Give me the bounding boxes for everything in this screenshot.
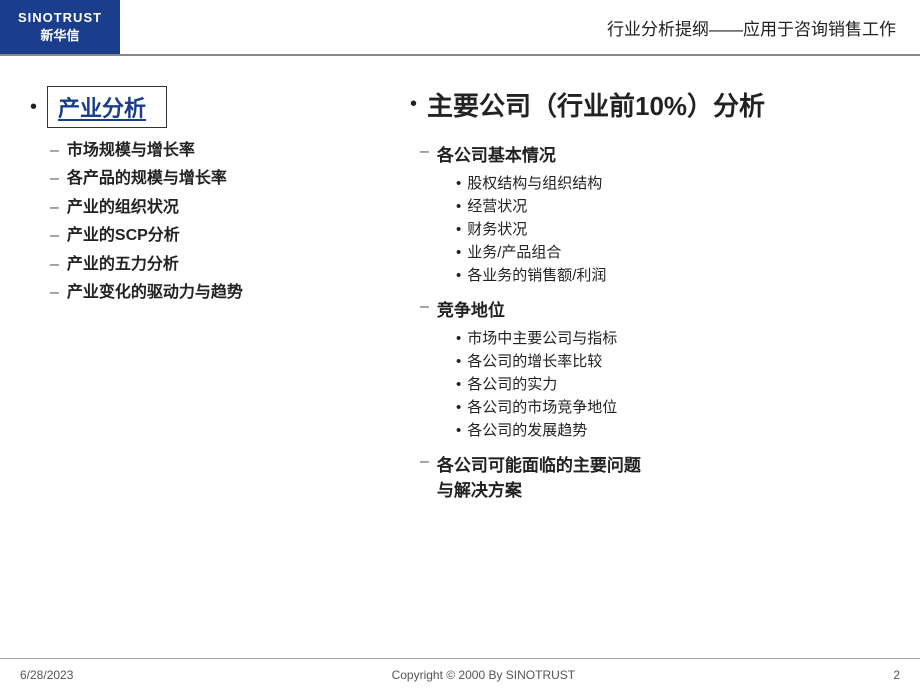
bullet-icon: •	[456, 397, 461, 418]
logo-sinotrust: SINOTRUST	[18, 10, 102, 25]
footer-page: 2	[893, 668, 900, 682]
list-item: • 业务/产品组合	[456, 242, 890, 263]
footer: 6/28/2023 Copyright © 2000 By SINOTRUST …	[0, 658, 920, 690]
level1-item: –竞争地位	[420, 296, 890, 321]
logo-chinese: 新华信	[40, 25, 79, 44]
list-item: –各产品的规模与增长率	[50, 168, 390, 190]
logo-block: SINOTRUST 新华信	[0, 0, 120, 54]
level1-label: 各公司可能面临的主要问题 与解决方案	[437, 451, 641, 501]
item-text: 财务状况	[467, 219, 527, 240]
right-section-header: • 主要公司（行业前10%）分析	[410, 86, 890, 123]
left-column: • 产业分析 –市场规模与增长率–各产品的规模与增长率–产业的组织状况–产业的S…	[30, 86, 390, 626]
item-text: 产业变化的驱动力与趋势	[67, 282, 243, 304]
list-item: • 经营状况	[456, 196, 890, 217]
bullet-icon: •	[456, 219, 461, 240]
list-item: –产业的五力分析	[50, 254, 390, 276]
item-text: 各产品的规模与增长率	[67, 168, 227, 190]
bullet-icon: •	[456, 173, 461, 194]
header-title: 行业分析提纲——应用于咨询销售工作	[607, 15, 896, 40]
item-text: 各公司的增长率比较	[467, 351, 602, 372]
right-section-title: 主要公司（行业前10%）分析	[427, 86, 765, 123]
left-sub-list: –市场规模与增长率–各产品的规模与增长率–产业的组织状况–产业的SCP分析–产业…	[30, 140, 390, 304]
left-section-header: • 产业分析	[30, 86, 390, 128]
dash-icon: –	[420, 141, 429, 163]
dash-icon: –	[420, 451, 429, 473]
level1-label: 竞争地位	[437, 296, 505, 321]
bullet-icon: •	[456, 351, 461, 372]
list-item: • 财务状况	[456, 219, 890, 240]
header-title-block: 行业分析提纲——应用于咨询销售工作	[120, 0, 920, 54]
level2-list: • 股权结构与组织结构 • 经营状况 • 财务状况 • 业务/产品组合 • 各业务的销售额/利润	[420, 173, 890, 286]
left-section-title: 产业分析	[47, 86, 167, 128]
dash-icon: –	[50, 168, 59, 190]
footer-date: 6/28/2023	[20, 668, 73, 682]
level2-list: •市场中主要公司与指标•各公司的增长率比较•各公司的实力•各公司的市场竞争地位•…	[420, 328, 890, 441]
dash-icon: –	[50, 140, 59, 162]
list-item: –产业的组织状况	[50, 197, 390, 219]
item-text: 各业务的销售额/利润	[467, 265, 606, 286]
list-item: –产业的SCP分析	[50, 225, 390, 247]
list-item: • 市场中主要公司与指标	[456, 328, 890, 349]
dash-icon: –	[420, 296, 429, 318]
bullet-icon: •	[456, 420, 461, 441]
item-text: 各公司的市场竞争地位	[467, 397, 617, 418]
list-item: • 各公司的增长率比较	[456, 351, 890, 372]
left-bullet: •	[30, 96, 37, 119]
item-text: 市场规模与增长率	[67, 140, 195, 162]
list-item: • 各公司的市场竞争地位	[456, 397, 890, 418]
dash-icon: –	[50, 225, 59, 247]
list-item: • 各业务的销售额/利润	[456, 265, 890, 286]
bullet-icon: •	[456, 196, 461, 217]
header: SINOTRUST 新华信 行业分析提纲——应用于咨询销售工作	[0, 0, 920, 56]
level1-item: –各公司基本情况	[420, 141, 890, 166]
item-text: 产业的组织状况	[67, 197, 179, 219]
bullet-icon: •	[456, 328, 461, 349]
item-text: 产业的五力分析	[67, 254, 179, 276]
item-text: 业务/产品组合	[467, 242, 561, 263]
list-item: • 各公司的发展趋势	[456, 420, 890, 441]
right-sub-list: –各公司基本情况•股权结构与组织结构•经营状况•财务状况•业务/产品组合•各业务…	[410, 135, 890, 501]
item-text: 市场中主要公司与指标	[467, 328, 617, 349]
list-item: –产业变化的驱动力与趋势	[50, 282, 390, 304]
dash-icon: –	[50, 197, 59, 219]
right-column: • 主要公司（行业前10%）分析 –各公司基本情况•股权结构与组织结构•经营状况…	[410, 86, 890, 626]
right-bullet: •	[410, 93, 417, 116]
dash-icon: –	[50, 254, 59, 276]
main-content: • 产业分析 –市场规模与增长率–各产品的规模与增长率–产业的组织状况–产业的S…	[0, 56, 920, 636]
list-item: –市场规模与增长率	[50, 140, 390, 162]
level1-label: 各公司基本情况	[437, 141, 556, 166]
item-text: 经营状况	[467, 196, 527, 217]
list-item: • 各公司的实力	[456, 374, 890, 395]
footer-copyright: Copyright © 2000 By SINOTRUST	[392, 668, 576, 682]
item-text: 产业的SCP分析	[67, 225, 180, 247]
bullet-icon: •	[456, 265, 461, 286]
bullet-icon: •	[456, 374, 461, 395]
bullet-icon: •	[456, 242, 461, 263]
list-item: • 股权结构与组织结构	[456, 173, 890, 194]
item-text: 各公司的实力	[467, 374, 557, 395]
item-text: 各公司的发展趋势	[467, 420, 587, 441]
dash-icon: –	[50, 282, 59, 304]
item-text: 股权结构与组织结构	[467, 173, 602, 194]
level1-item: –各公司可能面临的主要问题 与解决方案	[420, 451, 890, 501]
